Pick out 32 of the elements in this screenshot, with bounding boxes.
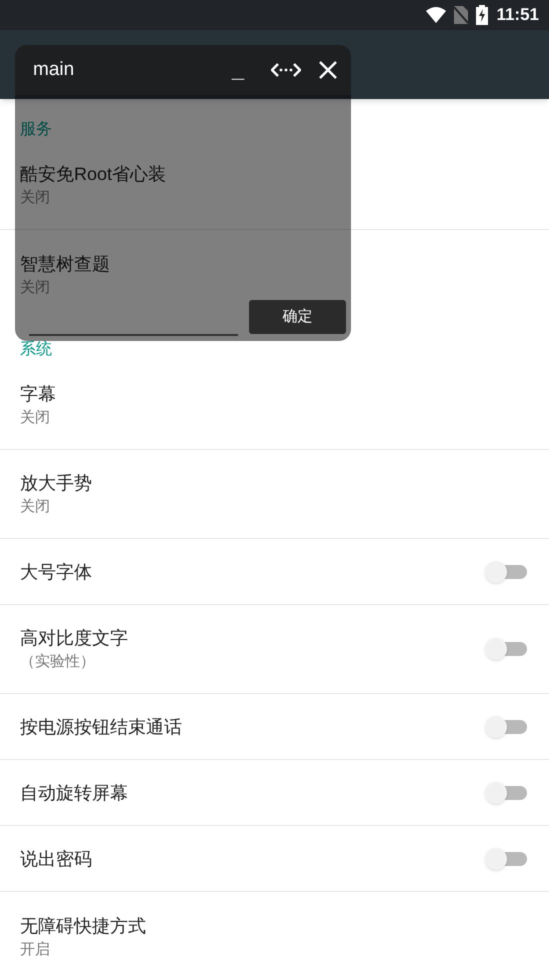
setting-title: 大号字体	[20, 560, 92, 584]
toggle-switch[interactable]	[485, 638, 529, 660]
setting-summary: 关闭	[20, 188, 51, 208]
section-header: 服务	[20, 120, 52, 140]
setting-title: 无障碍快捷方式	[20, 914, 146, 938]
section-header: 系统	[20, 340, 52, 360]
confirm-button[interactable]: 确定	[249, 300, 346, 334]
toggle-switch[interactable]	[485, 716, 529, 738]
clock-time: 11:51	[496, 4, 539, 26]
setting-title: 高对比度文字	[20, 627, 128, 650]
no-sim-icon	[454, 6, 468, 24]
toggle-switch[interactable]	[485, 848, 529, 870]
close-icon[interactable]	[319, 61, 337, 79]
setting-summary: 关闭	[20, 278, 51, 298]
setting-title: 自动旋转屏幕	[20, 782, 128, 804]
battery-charging-icon	[476, 5, 488, 25]
resize-icon[interactable]	[271, 61, 301, 79]
setting-title: 说出密码	[20, 848, 92, 870]
setting-title: 酷安免Root省心装	[20, 163, 166, 186]
setting-summary: 开启	[20, 940, 51, 960]
setting-title: 字幕	[20, 383, 56, 406]
toggle-switch[interactable]	[485, 560, 529, 582]
setting-title: 放大手势	[20, 472, 92, 495]
wifi-icon	[426, 7, 446, 23]
setting-summary: 关闭	[20, 497, 51, 517]
setting-title: 智慧树查题	[20, 252, 110, 276]
setting-title: 按电源按钮结束通话	[20, 716, 182, 738]
setting-summary: 关闭	[20, 408, 51, 428]
minimize-button[interactable]: _	[223, 59, 253, 81]
toggle-switch[interactable]	[485, 782, 529, 804]
setting-summary: （实验性）	[20, 652, 96, 672]
window-title: main	[33, 58, 74, 82]
